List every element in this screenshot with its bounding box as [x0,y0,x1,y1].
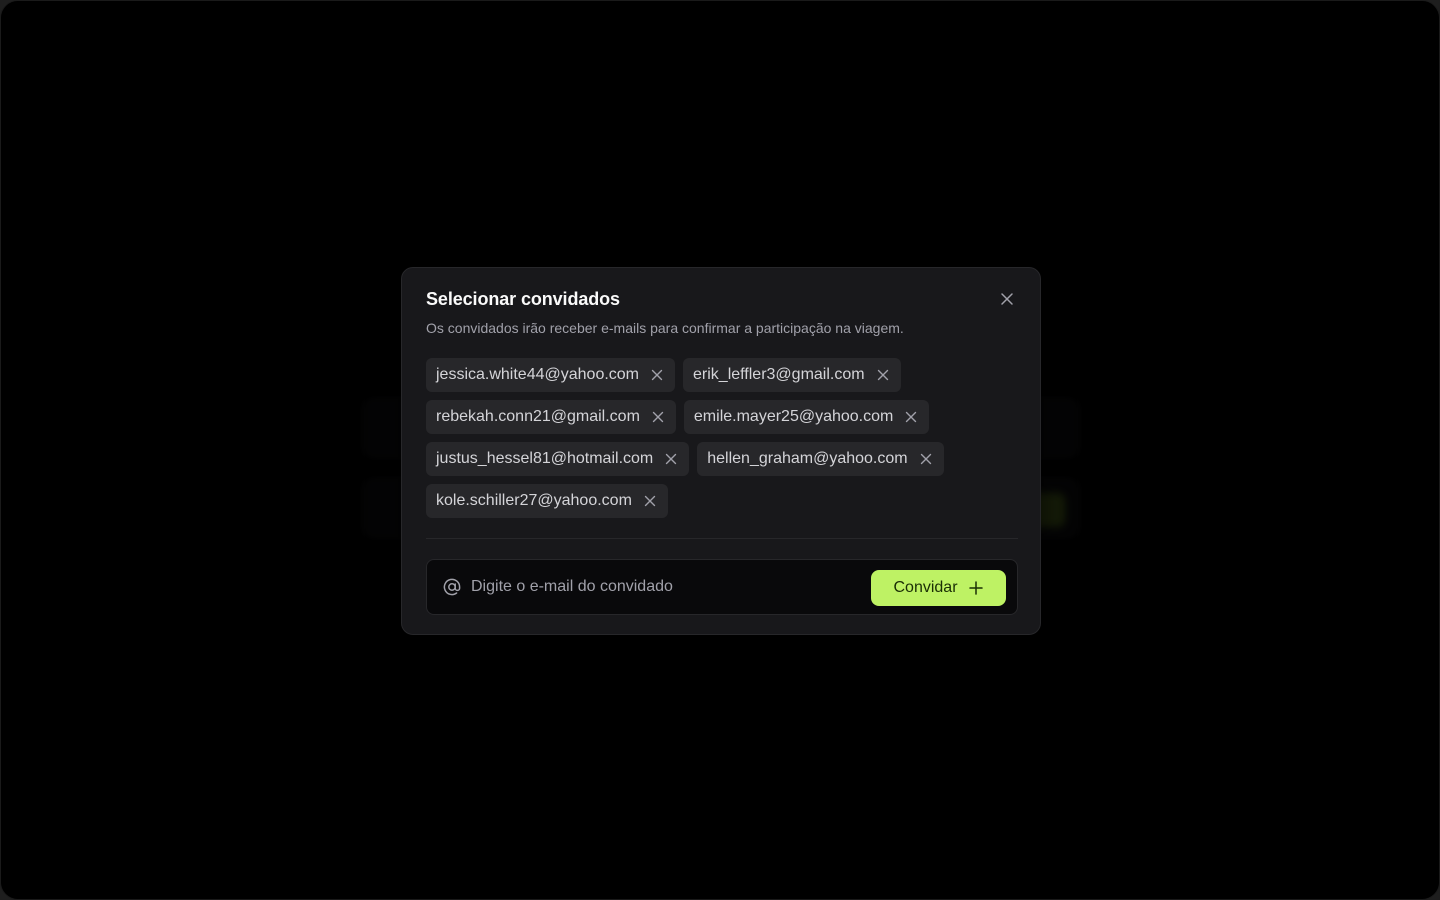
plus-icon [968,581,983,595]
guest-row: kole.schiller27@yahoo.com [426,484,1018,518]
close-icon [651,369,663,381]
guest-chip: justus_hessel81@hotmail.com [426,442,690,476]
dialog-title: Selecionar convidados [426,289,620,309]
at-sign-icon [443,578,461,596]
close-icon [1001,293,1013,305]
close-button[interactable] [994,286,1020,312]
guest-email: justus_hessel81@hotmail.com [436,450,654,467]
remove-guest-button[interactable] [875,367,891,383]
guest-row: rebekah.conn21@gmail.com emile.mayer25@ya… [426,400,1018,434]
invite-form: Convidar [426,559,1018,615]
close-icon [666,453,677,465]
guest-row: jessica.white44@yahoo.com erik_leffler3@g… [426,358,1018,392]
remove-guest-button[interactable] [650,409,666,425]
divider [426,538,1018,539]
remove-guest-button[interactable] [918,451,934,467]
guest-chip: erik_leffler3@gmail.com [683,358,901,392]
guest-chip: hellen_graham@yahoo.com [697,442,944,476]
guest-email: erik_leffler3@gmail.com [693,366,865,383]
remove-guest-button[interactable] [903,409,919,425]
close-icon [644,495,656,507]
app-screen: Selecionar convidados Os convidados irão… [0,0,1440,900]
guest-chip: kole.schiller27@yahoo.com [426,484,668,518]
remove-guest-button[interactable] [642,493,658,509]
close-icon [906,411,917,423]
guest-email: jessica.white44@yahoo.com [436,366,640,383]
close-icon [652,411,664,423]
invite-guests-dialog: Selecionar convidados Os convidados irão… [401,267,1041,635]
guest-email: kole.schiller27@yahoo.com [436,492,632,509]
guest-chip: emile.mayer25@yahoo.com [683,400,930,434]
email-input[interactable] [471,570,861,604]
dialog-description: Os convidados irão receber e-mails para … [426,320,904,336]
remove-guest-button[interactable] [649,367,665,383]
guest-chip: rebekah.conn21@gmail.com [426,400,676,434]
guest-email: emile.mayer25@yahoo.com [693,408,894,425]
guest-list: jessica.white44@yahoo.com erik_leffler3@g… [426,358,1018,526]
guest-email: rebekah.conn21@gmail.com [436,408,640,425]
guest-chip: jessica.white44@yahoo.com [426,358,676,392]
invite-button-label: Convidar [893,579,958,596]
close-icon [877,369,888,381]
invite-button[interactable]: Convidar [871,570,1006,606]
remove-guest-button[interactable] [663,451,679,467]
close-icon [920,453,931,465]
guest-email: hellen_graham@yahoo.com [707,450,908,467]
guest-row: justus_hessel81@hotmail.com hellen_graham… [426,442,1018,476]
